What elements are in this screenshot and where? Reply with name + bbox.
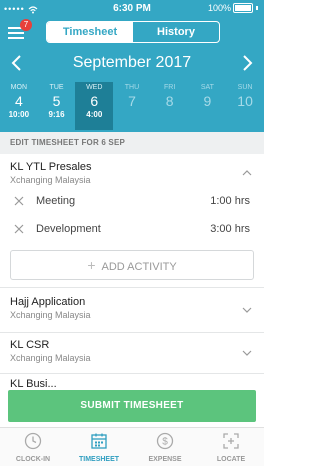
battery-percent: 100% [207, 3, 231, 13]
activity-name: Meeting [36, 195, 76, 207]
day-fri[interactable]: FRI 8 [151, 82, 189, 130]
day-wed-selected[interactable]: WED 6 4:00 [75, 82, 114, 130]
segmented-control: Timesheet History [46, 21, 220, 43]
chevron-up-icon[interactable] [242, 169, 252, 177]
activity-name: Development [36, 223, 101, 235]
add-activity-button[interactable]: + ADD ACTIVITY [10, 250, 254, 280]
project-company: Xchanging Malaysia [10, 310, 91, 320]
battery-status: 100% [208, 3, 258, 13]
week-day-strip: MON 4 10:00 TUE 5 9:16 WED 6 4:00 THU 7 … [0, 82, 264, 132]
day-sun[interactable]: SUN 10 [226, 82, 264, 130]
activity-hours[interactable]: 3:00 hrs [210, 223, 250, 235]
divider [0, 332, 264, 333]
tab-timesheet[interactable]: Timesheet [47, 22, 133, 42]
bottom-tab-bar: CLOCK-IN TIMESHEET $ EXPENSE LOCATE [0, 427, 264, 466]
project-company: Xchanging Malaysia [10, 175, 91, 185]
project-company: Xchanging Malaysia [10, 353, 91, 363]
day-tue[interactable]: TUE 5 9:16 [38, 82, 76, 130]
day-sat[interactable]: SAT 9 [189, 82, 227, 130]
month-title: September 2017 [72, 54, 192, 71]
section-label: EDIT TIMESHEET FOR 6 SEP [0, 132, 264, 154]
project-name: Hajj Application [10, 296, 86, 308]
tab-clock-in[interactable]: CLOCK-IN [0, 428, 66, 466]
chevron-right-icon[interactable] [238, 54, 256, 72]
activity-row: Meeting 1:00 hrs [0, 188, 264, 216]
day-mon[interactable]: MON 4 10:00 [0, 82, 38, 130]
plus-icon: + [87, 257, 96, 273]
activity-row: Development 3:00 hrs [0, 216, 264, 244]
project-header[interactable]: KL CSR Xchanging Malaysia [0, 339, 264, 369]
submit-timesheet-button[interactable]: SUBMIT TIMESHEET [8, 390, 256, 422]
chevron-down-icon[interactable] [242, 306, 252, 314]
notification-badge: 7 [20, 19, 32, 31]
remove-icon[interactable] [14, 224, 24, 234]
project-header[interactable]: KL YTL Presales Xchanging Malaysia [0, 161, 264, 191]
project-name: KL CSR [10, 339, 50, 351]
tab-locate[interactable]: LOCATE [198, 428, 264, 466]
tab-history[interactable]: History [133, 22, 219, 42]
header: ••••• 6:30 PM 100% 7 Timesheet History S… [0, 0, 264, 132]
divider [0, 373, 264, 374]
battery-icon [233, 3, 253, 13]
clock-icon [24, 432, 42, 450]
status-bar: ••••• 6:30 PM 100% [0, 0, 264, 18]
calendar-icon [91, 433, 107, 449]
dollar-icon: $ [156, 432, 174, 450]
divider [0, 287, 264, 288]
month-navigator: September 2017 [0, 50, 264, 76]
project-name: KL Busi... [10, 378, 57, 390]
remove-icon[interactable] [14, 196, 24, 206]
chevron-down-icon[interactable] [242, 349, 252, 357]
menu-button[interactable]: 7 [8, 19, 32, 41]
activity-hours[interactable]: 1:00 hrs [210, 195, 250, 207]
project-name: KL YTL Presales [10, 161, 92, 173]
svg-text:$: $ [162, 437, 168, 448]
tab-expense[interactable]: $ EXPENSE [132, 428, 198, 466]
project-header[interactable]: Hajj Application Xchanging Malaysia [0, 296, 264, 326]
tab-timesheet-nav[interactable]: TIMESHEET [66, 428, 132, 466]
locate-icon [223, 433, 239, 449]
day-thu[interactable]: THU 7 [113, 82, 151, 130]
